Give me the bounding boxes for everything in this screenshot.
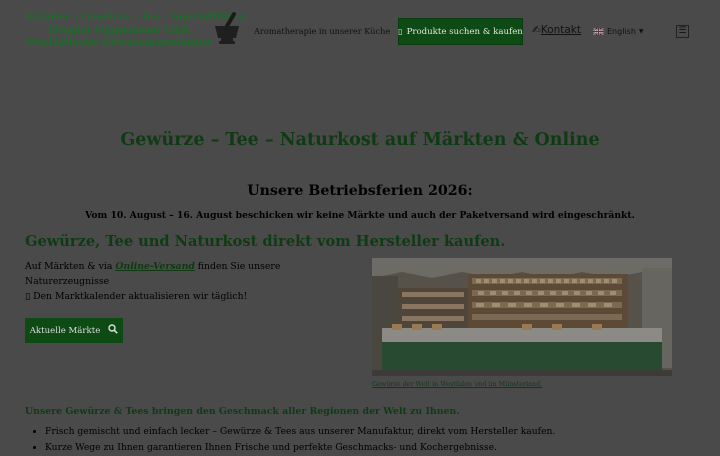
hamburger-menu-icon[interactable]: ☰ bbox=[676, 25, 689, 38]
intro-line-2: Den Marktkalender aktualisieren wir tägl… bbox=[33, 291, 248, 302]
contact-link[interactable]: ✍Kontakt bbox=[532, 24, 581, 36]
logo-line-3: Westfälische Gewürzmanufaktur bbox=[26, 36, 212, 48]
site-logo[interactable]: Kräuter · Gewürze · Tee · Spezialitäten … bbox=[26, 11, 246, 49]
current-markets-button[interactable]: Aktuelle Märkte bbox=[25, 318, 123, 343]
current-markets-label: Aktuelle Märkte bbox=[29, 325, 101, 336]
nav-link-aromatherapy[interactable]: Aromatherapie in unserer Küche bbox=[254, 26, 390, 36]
online-shipping-link[interactable]: Online-Versand bbox=[115, 261, 194, 272]
list-item: Kurze Wege zu Ihnen garantieren Ihnen Fr… bbox=[45, 440, 555, 456]
intro-prefix: Auf Märkten & via bbox=[25, 261, 116, 272]
calendar-icon: ▯ bbox=[25, 291, 34, 302]
list-item: Frisch gemischt und einfach lecker – Gew… bbox=[45, 424, 555, 440]
tagline: Unsere Gewürze & Tees bringen den Geschm… bbox=[25, 406, 460, 417]
contact-label: Kontakt bbox=[540, 24, 582, 36]
photo-caption[interactable]: Gewürze der Welt in Westfalen und im Mün… bbox=[372, 380, 542, 388]
holiday-notice: Vom 10. August – 16. August beschicken w… bbox=[85, 210, 635, 221]
benefits-list: Frisch gemischt und einfach lecker – Gew… bbox=[25, 424, 555, 456]
language-label: English bbox=[607, 27, 636, 36]
cart-icon: ▯ bbox=[398, 27, 403, 36]
language-switcher[interactable]: English ▼ bbox=[593, 27, 644, 36]
chevron-down-icon: ▼ bbox=[638, 28, 644, 35]
site-header: Kräuter · Gewürze · Tee · Spezialitäten … bbox=[0, 0, 720, 62]
page-title: Gewürze – Tee – Naturkost auf Märkten & … bbox=[120, 130, 600, 150]
logo-line-1: Kräuter · Gewürze · Tee · Spezialitäten bbox=[26, 11, 246, 23]
search-icon bbox=[108, 324, 119, 337]
shop-search-label: Produkte suchen & kaufen bbox=[406, 26, 523, 37]
intro-text: Auf Märkten & via Online-Versand finden … bbox=[25, 259, 365, 304]
section-heading: Gewürze, Tee und Naturkost direkt vom He… bbox=[25, 233, 506, 250]
mortar-pestle-icon[interactable] bbox=[212, 10, 242, 46]
shop-search-button[interactable]: ▯ Produkte suchen & kaufen bbox=[398, 18, 523, 45]
uk-flag-icon bbox=[593, 28, 604, 35]
holiday-heading: Unsere Betriebsferien 2026: bbox=[247, 183, 473, 199]
market-stall-photo[interactable] bbox=[372, 258, 672, 376]
pencil-icon: ✍ bbox=[532, 24, 541, 36]
logo-line-2: Drogist Niggemeier GbR bbox=[48, 23, 190, 36]
